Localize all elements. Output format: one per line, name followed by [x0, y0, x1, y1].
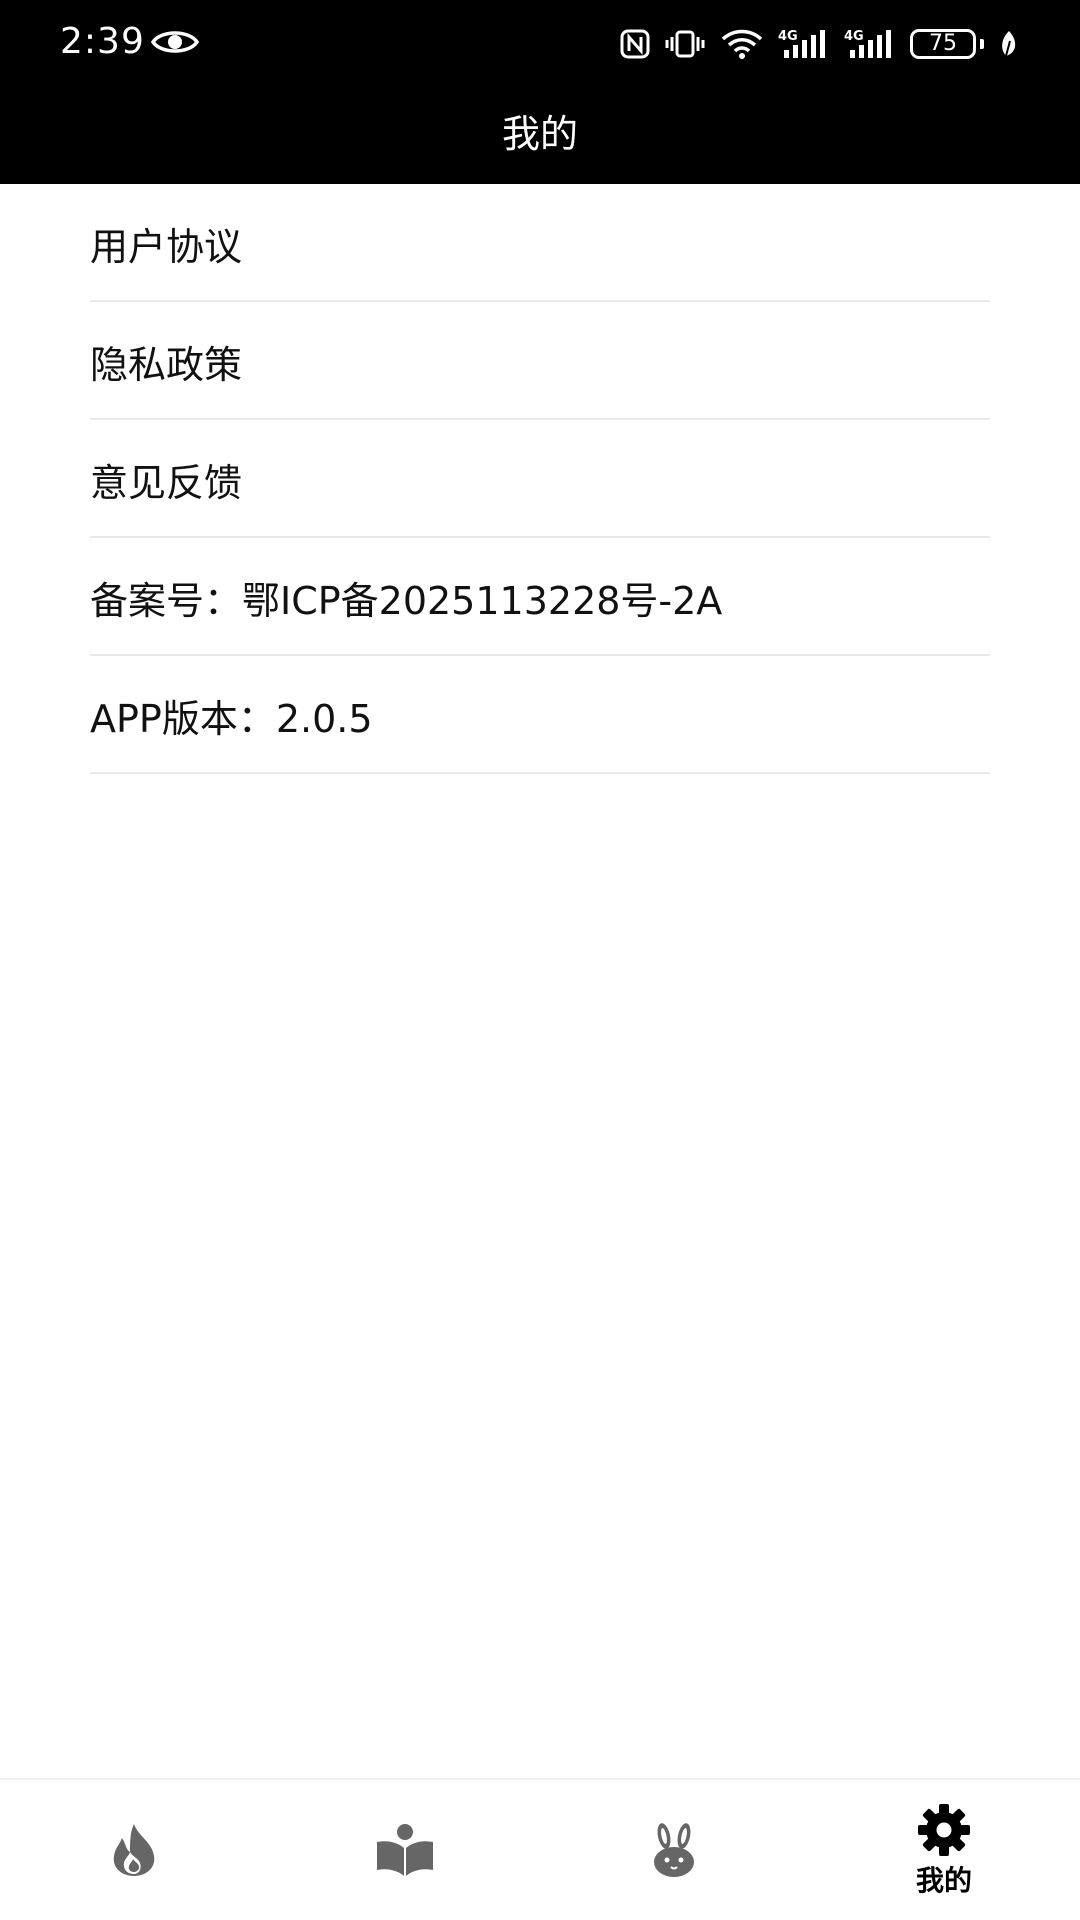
- menu-item-feedback[interactable]: 意见反馈: [90, 420, 990, 538]
- svg-text:4G: 4G: [778, 29, 798, 44]
- battery-level: 75: [929, 31, 957, 56]
- menu-item-icp-record: 备案号：鄂ICP备2025113228号-2A: [90, 538, 990, 656]
- eye-icon: [151, 31, 199, 53]
- wifi-icon: [721, 29, 763, 59]
- menu-item-app-version: APP版本：2.0.5: [90, 656, 990, 774]
- leaf-icon: [1002, 31, 1016, 57]
- signal-icon: 4G: [844, 29, 891, 58]
- vibrate-icon: [665, 30, 705, 58]
- battery-icon: 75: [910, 29, 976, 59]
- page-title: 我的: [501, 112, 578, 156]
- reading-icon: [377, 1824, 433, 1876]
- rabbit-icon: [654, 1823, 694, 1877]
- bottom-nav: 我的: [0, 1778, 1080, 1920]
- tab-mine[interactable]: 我的: [884, 1780, 1004, 1920]
- tab-reading[interactable]: [345, 1780, 465, 1920]
- svg-text:4G: 4G: [844, 29, 864, 44]
- tab-hot[interactable]: [74, 1780, 194, 1920]
- tab-rabbit[interactable]: [614, 1780, 734, 1920]
- fire-icon: [113, 1824, 155, 1876]
- menu-item-privacy-policy[interactable]: 隐私政策: [90, 302, 990, 420]
- status-icons: 4G 4G 75: [620, 24, 1020, 64]
- header: 我的: [0, 84, 1080, 184]
- gear-icon: [918, 1804, 970, 1856]
- status-time: 2:39: [60, 21, 145, 62]
- battery-tip: [980, 39, 984, 49]
- status-bar: 2:39 4G 4G 75: [0, 0, 1080, 84]
- nfc-icon: [620, 29, 650, 59]
- tab-mine-label: 我的: [915, 1864, 972, 1897]
- menu-item-user-agreement[interactable]: 用户协议: [90, 184, 990, 302]
- settings-menu: 用户协议 隐私政策 意见反馈 备案号：鄂ICP备2025113228号-2A A…: [90, 184, 990, 774]
- signal-icon: 4G: [778, 29, 825, 58]
